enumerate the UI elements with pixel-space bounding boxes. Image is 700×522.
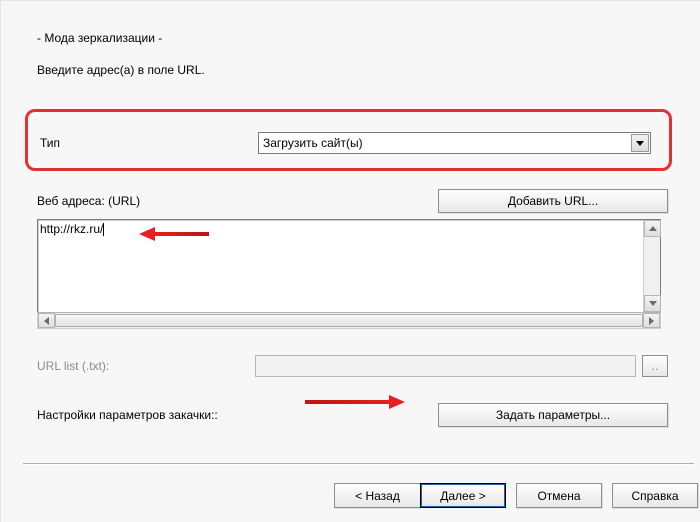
url-textarea[interactable]: http://rkz.ru/	[37, 219, 661, 313]
chevron-down-icon	[636, 141, 644, 146]
set-params-button[interactable]: Задать параметры...	[438, 403, 668, 427]
wizard-nav-bar: < Назад Далее > Отмена Справка	[334, 483, 698, 508]
type-select[interactable]: Загрузить сайт(ы)	[258, 132, 651, 154]
chevron-down-icon	[649, 301, 657, 306]
cancel-button[interactable]: Отмена	[516, 483, 602, 508]
type-select-value: Загрузить сайт(ы)	[263, 136, 363, 150]
scrollbar-thumb[interactable]	[55, 314, 643, 327]
mirror-wizard-panel: - Мода зеркализации - Введите адрес(а) в…	[0, 0, 700, 522]
chevron-up-icon	[649, 226, 657, 231]
scroll-right-button[interactable]	[643, 313, 660, 328]
url-textarea-content: http://rkz.ru/	[40, 222, 642, 236]
type-highlight-annotation: Тип Загрузить сайт(ы)	[25, 109, 672, 171]
scroll-up-button[interactable]	[644, 220, 661, 237]
chevron-right-icon	[649, 317, 654, 325]
back-button[interactable]: < Назад	[334, 483, 420, 508]
url-list-input	[255, 355, 636, 377]
help-button[interactable]: Справка	[612, 483, 698, 508]
url-list-label: URL list (.txt):	[37, 359, 255, 373]
chevron-left-icon	[44, 317, 49, 325]
vertical-scrollbar[interactable]	[643, 220, 660, 312]
params-label: Настройки параметров закачки::	[37, 408, 297, 422]
instruction-text: Введите адрес(а) в поле URL.	[37, 63, 668, 77]
text-caret-icon	[103, 223, 104, 236]
separator-line	[23, 463, 694, 465]
section-title: - Мода зеркализации -	[37, 31, 668, 45]
scroll-left-button[interactable]	[38, 313, 55, 328]
add-url-button[interactable]: Добавить URL...	[438, 189, 668, 213]
url-list-browse-button[interactable]: ..	[642, 355, 668, 377]
scroll-down-button[interactable]	[644, 295, 661, 312]
type-label: Тип	[40, 136, 258, 150]
horizontal-scrollbar[interactable]	[37, 312, 661, 329]
next-button[interactable]: Далее >	[420, 483, 506, 508]
type-select-dropdown-button[interactable]	[631, 134, 649, 152]
web-addresses-label: Веб адреса: (URL)	[37, 194, 438, 208]
